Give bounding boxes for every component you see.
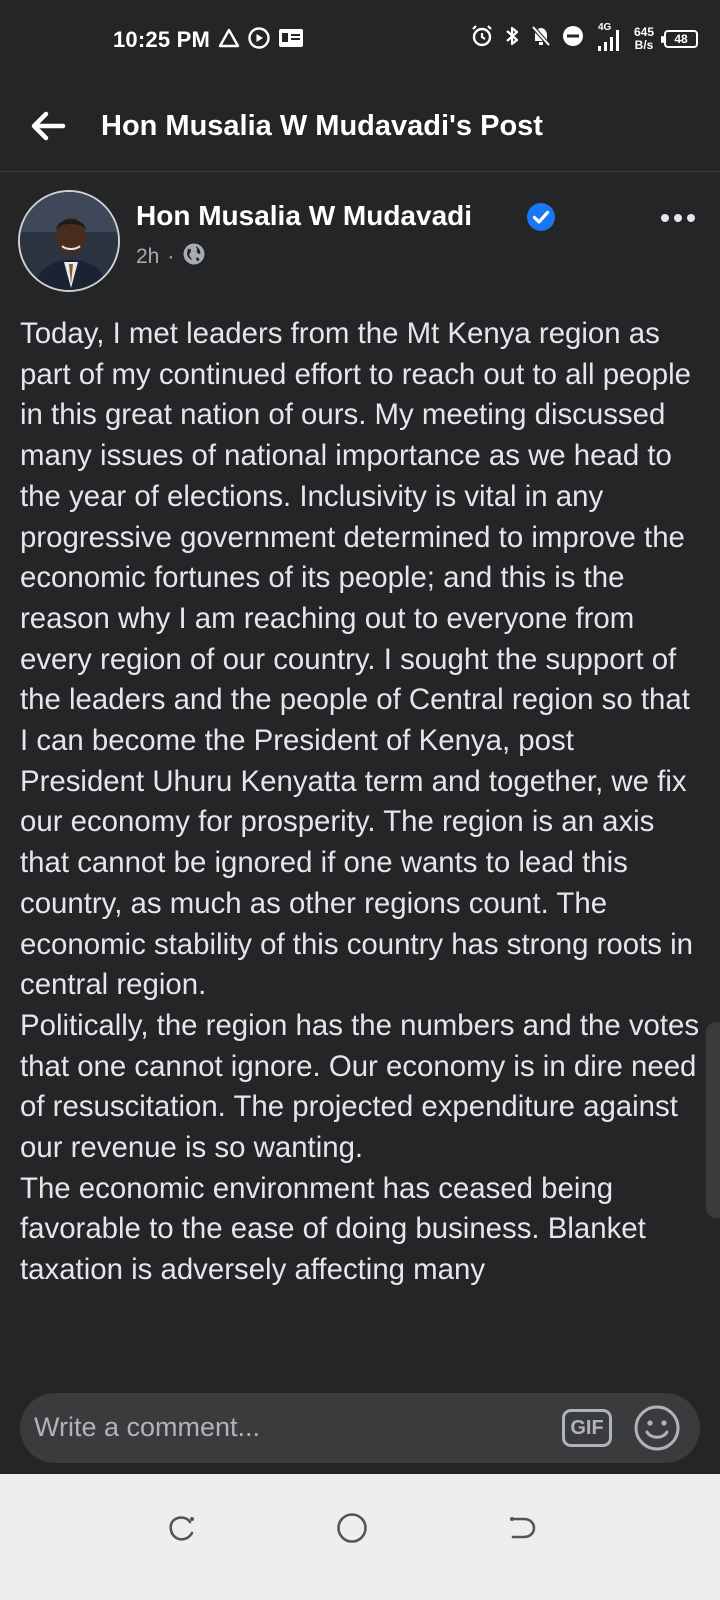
home-icon (336, 1512, 368, 1549)
back-nav-button[interactable] (498, 1506, 546, 1554)
system-nav-bar (0, 1474, 720, 1600)
globe-icon (182, 242, 206, 272)
recents-button[interactable] (158, 1506, 206, 1554)
verified-badge-icon (526, 202, 556, 237)
net-speed: 645 B/s (634, 24, 655, 52)
alarm-icon (470, 24, 494, 53)
dnd-icon (562, 25, 584, 52)
net-speed-value: 645 (634, 24, 655, 39)
smiley-icon (632, 1405, 682, 1457)
status-bar: 10:25 PM 4G 645 B/s 48 (0, 0, 720, 80)
scroll-handle[interactable] (706, 1022, 720, 1218)
post-header: Hon Musalia W Mudavadi 2h · (0, 172, 720, 302)
status-left-icons (218, 27, 304, 54)
status-right-icons: 4G 645 B/s 48 (470, 22, 699, 53)
bluetooth-icon (504, 24, 520, 53)
battery-icon: 48 (661, 29, 699, 48)
battery-level: 48 (674, 31, 688, 46)
post-body: Today, I met leaders from the Mt Kenya r… (20, 317, 700, 1287)
home-button[interactable] (328, 1506, 376, 1554)
dot-icon (674, 214, 682, 222)
comment-bar: Write a comment... GIF (0, 1382, 720, 1474)
author-name[interactable]: Hon Musalia W Mudavadi (136, 200, 472, 232)
post-time[interactable]: 2h (136, 245, 159, 269)
post-meta: 2h · (136, 242, 206, 272)
signal-icon: 4G (594, 22, 624, 52)
meta-separator: · (167, 245, 175, 268)
gif-label: GIF (570, 1416, 604, 1439)
comment-input[interactable]: Write a comment... GIF (20, 1393, 700, 1463)
avatar[interactable] (18, 190, 120, 292)
net-speed-unit: B/s (634, 37, 654, 52)
mute-icon (530, 24, 552, 53)
comment-placeholder: Write a comment... (34, 1412, 261, 1442)
back-button[interactable] (24, 104, 72, 152)
record-icon (248, 27, 270, 54)
top-bar: Hon Musalia W Mudavadi's Post (0, 80, 720, 172)
status-time: 10:25 PM (113, 27, 210, 52)
page-title: Hon Musalia W Mudavadi's Post (101, 110, 543, 142)
emoji-button[interactable] (632, 1403, 682, 1453)
dot-icon (661, 214, 669, 222)
more-options-button[interactable] (654, 198, 702, 238)
arrow-left-icon (30, 111, 66, 146)
recents-icon (167, 1513, 197, 1548)
dot-icon (687, 214, 695, 222)
back-icon (506, 1513, 538, 1548)
mail-icon (278, 28, 304, 53)
gif-button[interactable]: GIF (562, 1409, 612, 1447)
warning-icon (218, 28, 240, 53)
